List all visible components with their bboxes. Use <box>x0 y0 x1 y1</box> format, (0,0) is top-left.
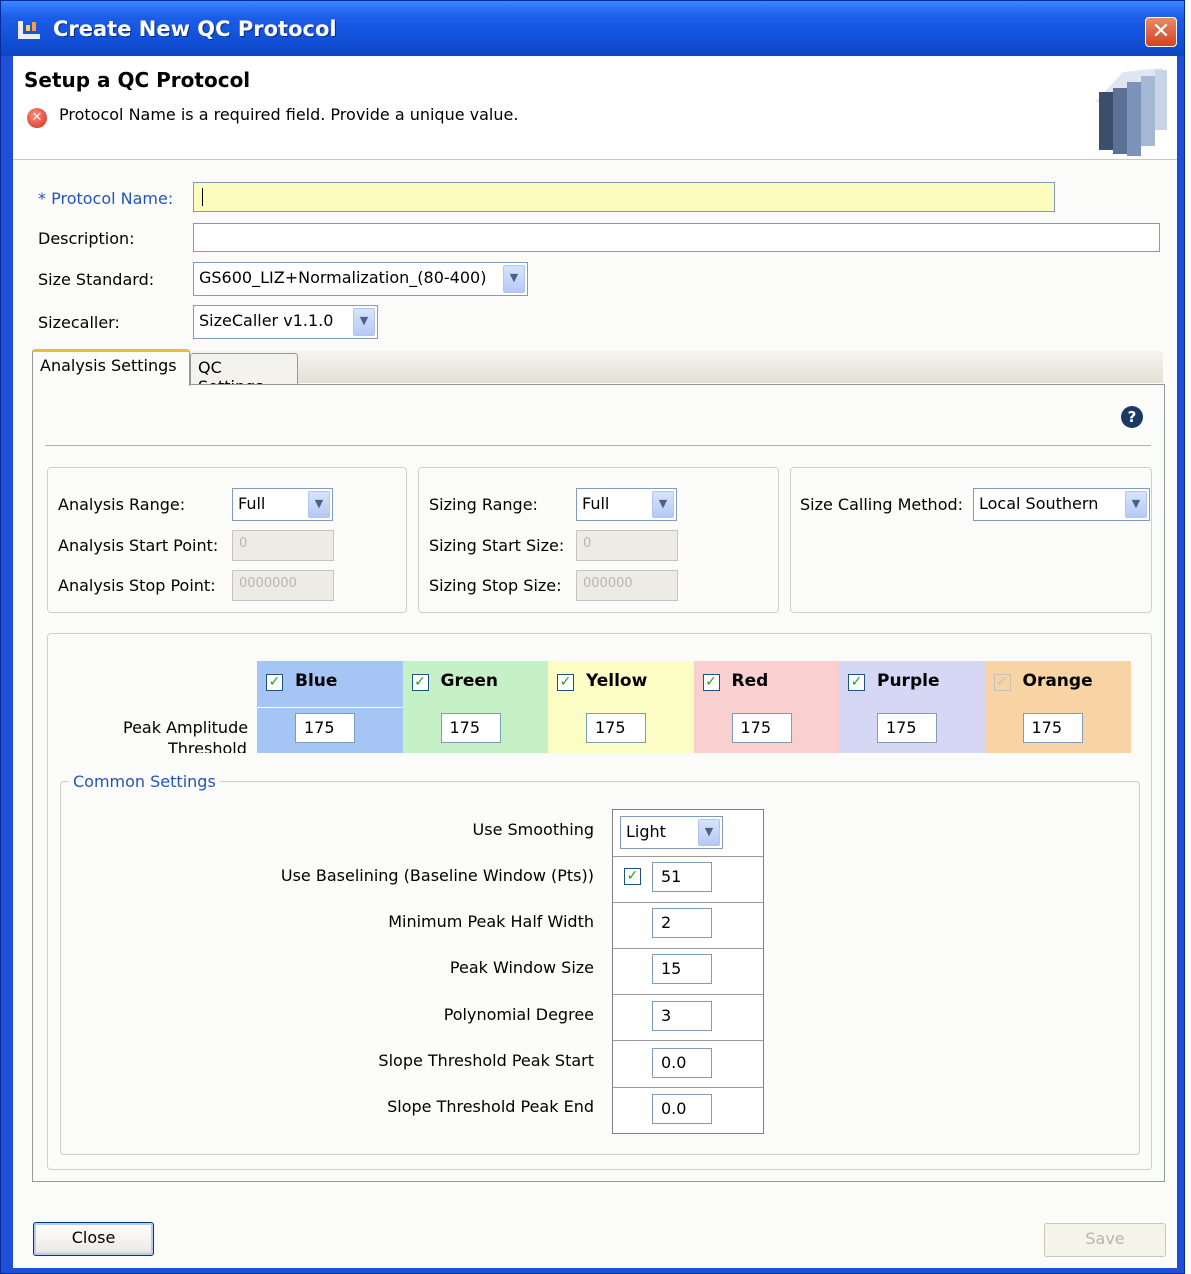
slope-start-input[interactable]: 0.0 <box>652 1048 712 1078</box>
dye-column-blue: ✓ Blue 175 <box>257 661 403 753</box>
dye-name: Yellow <box>586 671 648 691</box>
poly-degree-label: Polynomial Degree <box>443 1005 594 1024</box>
common-settings-title: Common Settings <box>69 772 220 791</box>
dye-checkbox[interactable]: ✓ <box>557 674 574 691</box>
dye-name: Purple <box>877 671 940 691</box>
dye-name: Red <box>731 671 769 691</box>
dye-threshold-input[interactable]: 175 <box>440 713 501 743</box>
close-button[interactable]: Close <box>33 1222 154 1256</box>
sizing-stop-label: Sizing Stop Size: <box>429 576 562 595</box>
sizing-range-label: Sizing Range: <box>429 495 538 514</box>
window-close-button[interactable]: ✕ <box>1145 17 1177 47</box>
window-size-label: Peak Window Size <box>449 958 594 977</box>
dye-checkbox[interactable]: ✓ <box>266 674 283 691</box>
size-standard-select[interactable]: GS600_LIZ+Normalization_(80-400) ▼ <box>193 262 528 296</box>
protocol-name-input[interactable] <box>193 182 1055 212</box>
dye-name: Green <box>440 671 499 691</box>
sizing-range-select[interactable]: Full ▼ <box>576 488 677 521</box>
slope-end-input[interactable]: 0.0 <box>652 1094 712 1124</box>
threshold-label: Threshold <box>168 739 247 753</box>
chevron-down-icon[interactable]: ▼ <box>1125 491 1147 518</box>
text-cursor <box>202 188 203 206</box>
dye-divider <box>257 707 403 708</box>
analysis-start-input[interactable]: 0 <box>232 530 334 561</box>
header: Setup a QC Protocol ✕ Protocol Name is a… <box>13 56 1177 160</box>
sizecaller-select[interactable]: SizeCaller v1.1.0 ▼ <box>193 305 378 339</box>
chevron-down-icon[interactable]: ▼ <box>698 819 720 846</box>
window-title: Create New QC Protocol <box>53 17 337 41</box>
dye-checkbox[interactable]: ✓ <box>411 674 429 691</box>
smoothing-select[interactable]: Light ▼ <box>620 816 723 849</box>
dye-column-orange: ✓ Orange 175 <box>984 661 1131 753</box>
dye-threshold-input[interactable]: 175 <box>731 713 792 743</box>
size-standard-label: Size Standard: <box>38 270 155 289</box>
sizecaller-label: Sizecaller: <box>38 313 120 332</box>
baselining-label: Use Baselining (Baseline Window (Pts)) <box>280 866 594 885</box>
chevron-down-icon[interactable]: ▼ <box>503 265 525 293</box>
close-icon: ✕ <box>1151 19 1171 44</box>
dye-name: Orange <box>1022 671 1093 691</box>
analysis-range-label: Analysis Range: <box>58 495 186 514</box>
sizing-start-input[interactable]: 0 <box>576 530 678 561</box>
smoothing-label: Use Smoothing <box>472 820 594 839</box>
slope-end-label: Slope Threshold Peak End <box>387 1097 594 1116</box>
chevron-down-icon[interactable]: ▼ <box>652 491 674 518</box>
analysis-stop-input[interactable]: 0000000 <box>232 570 334 601</box>
dye-column-purple: ✓ Purple 175 <box>839 661 985 753</box>
chevron-down-icon[interactable]: ▼ <box>353 308 375 336</box>
title-bar[interactable]: Create New QC Protocol ✕ <box>1 1 1184 56</box>
required-marker: * <box>38 189 46 208</box>
app-icon <box>18 21 40 39</box>
dye-column-yellow: ✓ Yellow 175 <box>548 661 694 753</box>
dye-name: Blue <box>295 671 338 691</box>
help-icon[interactable]: ? <box>1121 406 1143 428</box>
dye-threshold-input[interactable]: 175 <box>295 713 355 743</box>
size-calling-method-select[interactable]: Local Southern ▼ <box>973 488 1150 521</box>
dye-threshold-input[interactable]: 175 <box>586 713 646 743</box>
protocol-name-label: * Protocol Name: <box>38 189 174 208</box>
dialog-window: Create New QC Protocol ✕ Setup a QC Prot… <box>0 0 1185 1274</box>
min-half-width-input[interactable]: 2 <box>652 908 712 938</box>
tab-qc-settings[interactable]: QC Settings <box>190 353 298 396</box>
dye-threshold-input[interactable]: 175 <box>1022 713 1083 743</box>
baselining-checkbox[interactable]: ✓ <box>624 868 641 885</box>
size-calling-method-label: Size Calling Method: <box>800 495 964 514</box>
analysis-stop-label: Analysis Stop Point: <box>58 576 216 595</box>
common-settings-group <box>60 781 1140 1155</box>
dye-threshold-input[interactable]: 175 <box>877 713 937 743</box>
poly-degree-input[interactable]: 3 <box>652 1001 712 1031</box>
window-size-input[interactable]: 15 <box>652 954 712 984</box>
error-message: Protocol Name is a required field. Provi… <box>59 105 519 124</box>
page-title: Setup a QC Protocol <box>24 68 251 92</box>
separator <box>45 445 1151 446</box>
peak-amplitude-label: Peak Amplitude <box>123 718 249 737</box>
tab-analysis-settings[interactable]: Analysis Settings <box>32 349 190 386</box>
dye-checkbox[interactable]: ✓ <box>848 674 865 691</box>
description-input[interactable] <box>193 223 1160 252</box>
dye-checkbox[interactable]: ✓ <box>702 674 720 691</box>
sizing-stop-input[interactable]: 000000 <box>576 570 678 601</box>
books-icon <box>1095 68 1167 156</box>
chevron-down-icon[interactable]: ▼ <box>308 491 330 518</box>
dye-column-red: ✓ Red 175 <box>693 661 840 753</box>
dye-checkbox[interactable]: ✓ <box>993 674 1011 691</box>
analysis-start-label: Analysis Start Point: <box>58 536 219 555</box>
slope-start-label: Slope Threshold Peak Start <box>378 1051 594 1070</box>
error-icon: ✕ <box>27 108 47 128</box>
save-button[interactable]: Save <box>1044 1223 1166 1257</box>
min-half-width-label: Minimum Peak Half Width <box>388 912 594 931</box>
baseline-window-input[interactable]: 51 <box>652 862 712 892</box>
dye-column-green: ✓ Green 175 <box>402 661 549 753</box>
sizing-start-label: Sizing Start Size: <box>429 536 565 555</box>
description-label: Description: <box>38 229 135 248</box>
analysis-range-select[interactable]: Full ▼ <box>232 488 333 521</box>
